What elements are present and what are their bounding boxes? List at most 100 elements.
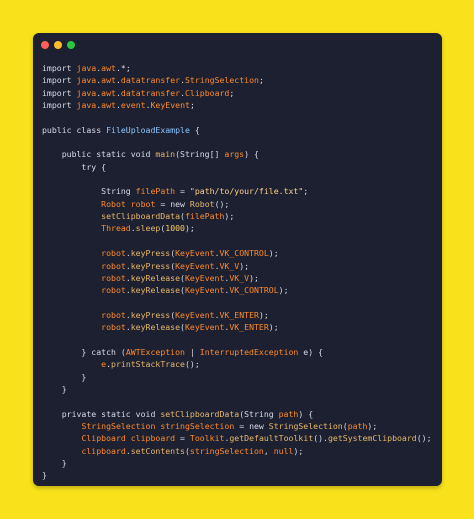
code-token: } (42, 458, 67, 468)
code-line: robot.keyRelease(KeyEvent.VK_V); (42, 272, 440, 284)
code-token: awt (101, 75, 116, 86)
code-token: 1000 (165, 223, 185, 234)
code-token: ); (249, 272, 259, 283)
code-token: VK_CONTROL (229, 285, 279, 296)
code-token: robot (101, 260, 126, 271)
code-line: } (42, 469, 440, 481)
code-token: ) { (244, 149, 259, 160)
code-token: getDefaultToolkit (229, 433, 314, 444)
code-line: private static void setClipboardData(Str… (42, 408, 440, 420)
code-token: } (42, 371, 87, 382)
code-token: (); (184, 359, 200, 370)
code-line: robot.keyPress(KeyEvent.VK_CONTROL); (42, 247, 440, 259)
code-block: import java.awt.*; import java.awt.datatr… (42, 62, 440, 482)
code-line: } (42, 371, 440, 383)
code-token: Robot (101, 198, 126, 209)
code-line: public class FileUploadExample { (42, 124, 440, 136)
maximize-dot-icon[interactable] (67, 41, 75, 49)
code-token: FileUploadExample (106, 124, 190, 135)
code-token: datatransfer (120, 87, 181, 98)
code-token: sleep (135, 223, 161, 234)
close-dot-icon[interactable] (41, 41, 49, 49)
code-token: "path/to/your/file.txt" (189, 186, 304, 197)
code-token: ; (258, 75, 264, 86)
code-token: clipboard (130, 433, 176, 444)
code-token: robot (101, 309, 126, 320)
minimize-dot-icon[interactable] (54, 41, 62, 49)
code-line: robot.keyRelease(KeyEvent.VK_ENTER); (42, 321, 440, 333)
code-token: (); (214, 198, 230, 209)
code-token: ); (278, 285, 289, 296)
code-line: robot.keyRelease(KeyEvent.VK_CONTROL); (42, 284, 440, 296)
code-token: } catch ( (42, 346, 126, 357)
code-token: ); (184, 223, 195, 234)
code-token: KeyEvent (175, 260, 215, 271)
code-token: .*; (115, 63, 131, 73)
code-token: VK_V (229, 272, 250, 283)
code-token: robot (101, 322, 126, 333)
code-line: Thread.sleep(1000); (42, 222, 440, 234)
code-line: import java.awt.*; (42, 62, 440, 74)
code-token: java (76, 100, 97, 111)
code-token: (); (416, 433, 432, 444)
code-line: clipboard.setContents(stringSelection, n… (42, 445, 440, 457)
code-line: try { (42, 161, 440, 173)
code-line: e.printStackTrace(); (42, 358, 440, 370)
code-line: setClipboardData(filePath); (42, 210, 440, 222)
code-token: } (42, 383, 67, 394)
code-token: clipboard (81, 445, 126, 456)
code-token: public static void (42, 149, 156, 160)
code-token: keyRelease (130, 272, 181, 283)
code-token: = (175, 186, 190, 197)
code-token: } (42, 470, 47, 481)
code-line: public static void main(String[] args) { (42, 148, 440, 160)
code-token: e) { (298, 346, 324, 357)
code-token: import (42, 75, 77, 86)
code-token: java (76, 75, 97, 86)
code-token: Clipboard (81, 433, 126, 444)
code-token: keyPress (130, 309, 171, 320)
code-token: ); (239, 260, 250, 271)
code-token: Toolkit (189, 433, 225, 444)
code-token: { (189, 124, 200, 135)
code-token: = (175, 433, 190, 444)
code-token: robot (101, 248, 126, 259)
code-token: keyRelease (130, 322, 181, 333)
code-token: java (76, 87, 97, 98)
code-token: , (263, 445, 274, 456)
code-token: awt (101, 87, 116, 98)
code-token: ; (229, 87, 235, 98)
code-token: Clipboard (185, 87, 230, 98)
code-token: = new (234, 420, 269, 431)
code-line: Robot robot = new Robot(); (42, 198, 440, 210)
code-token: filePath (135, 186, 176, 197)
code-token: StringSelection (81, 420, 156, 431)
code-token: StringSelection (185, 75, 259, 86)
code-token: printStackTrace (111, 359, 185, 370)
code-line: } (42, 457, 440, 469)
code-token: Thread (101, 223, 131, 234)
code-token: KeyEvent (184, 272, 225, 283)
code-token: KeyEvent (175, 309, 215, 320)
code-token: VK_CONTROL (219, 248, 269, 259)
code-token: import (42, 100, 77, 111)
code-token: datatransfer (120, 75, 181, 86)
code-line: } catch (AWTException | InterruptedExcep… (42, 346, 440, 358)
code-token: robot (101, 285, 126, 296)
